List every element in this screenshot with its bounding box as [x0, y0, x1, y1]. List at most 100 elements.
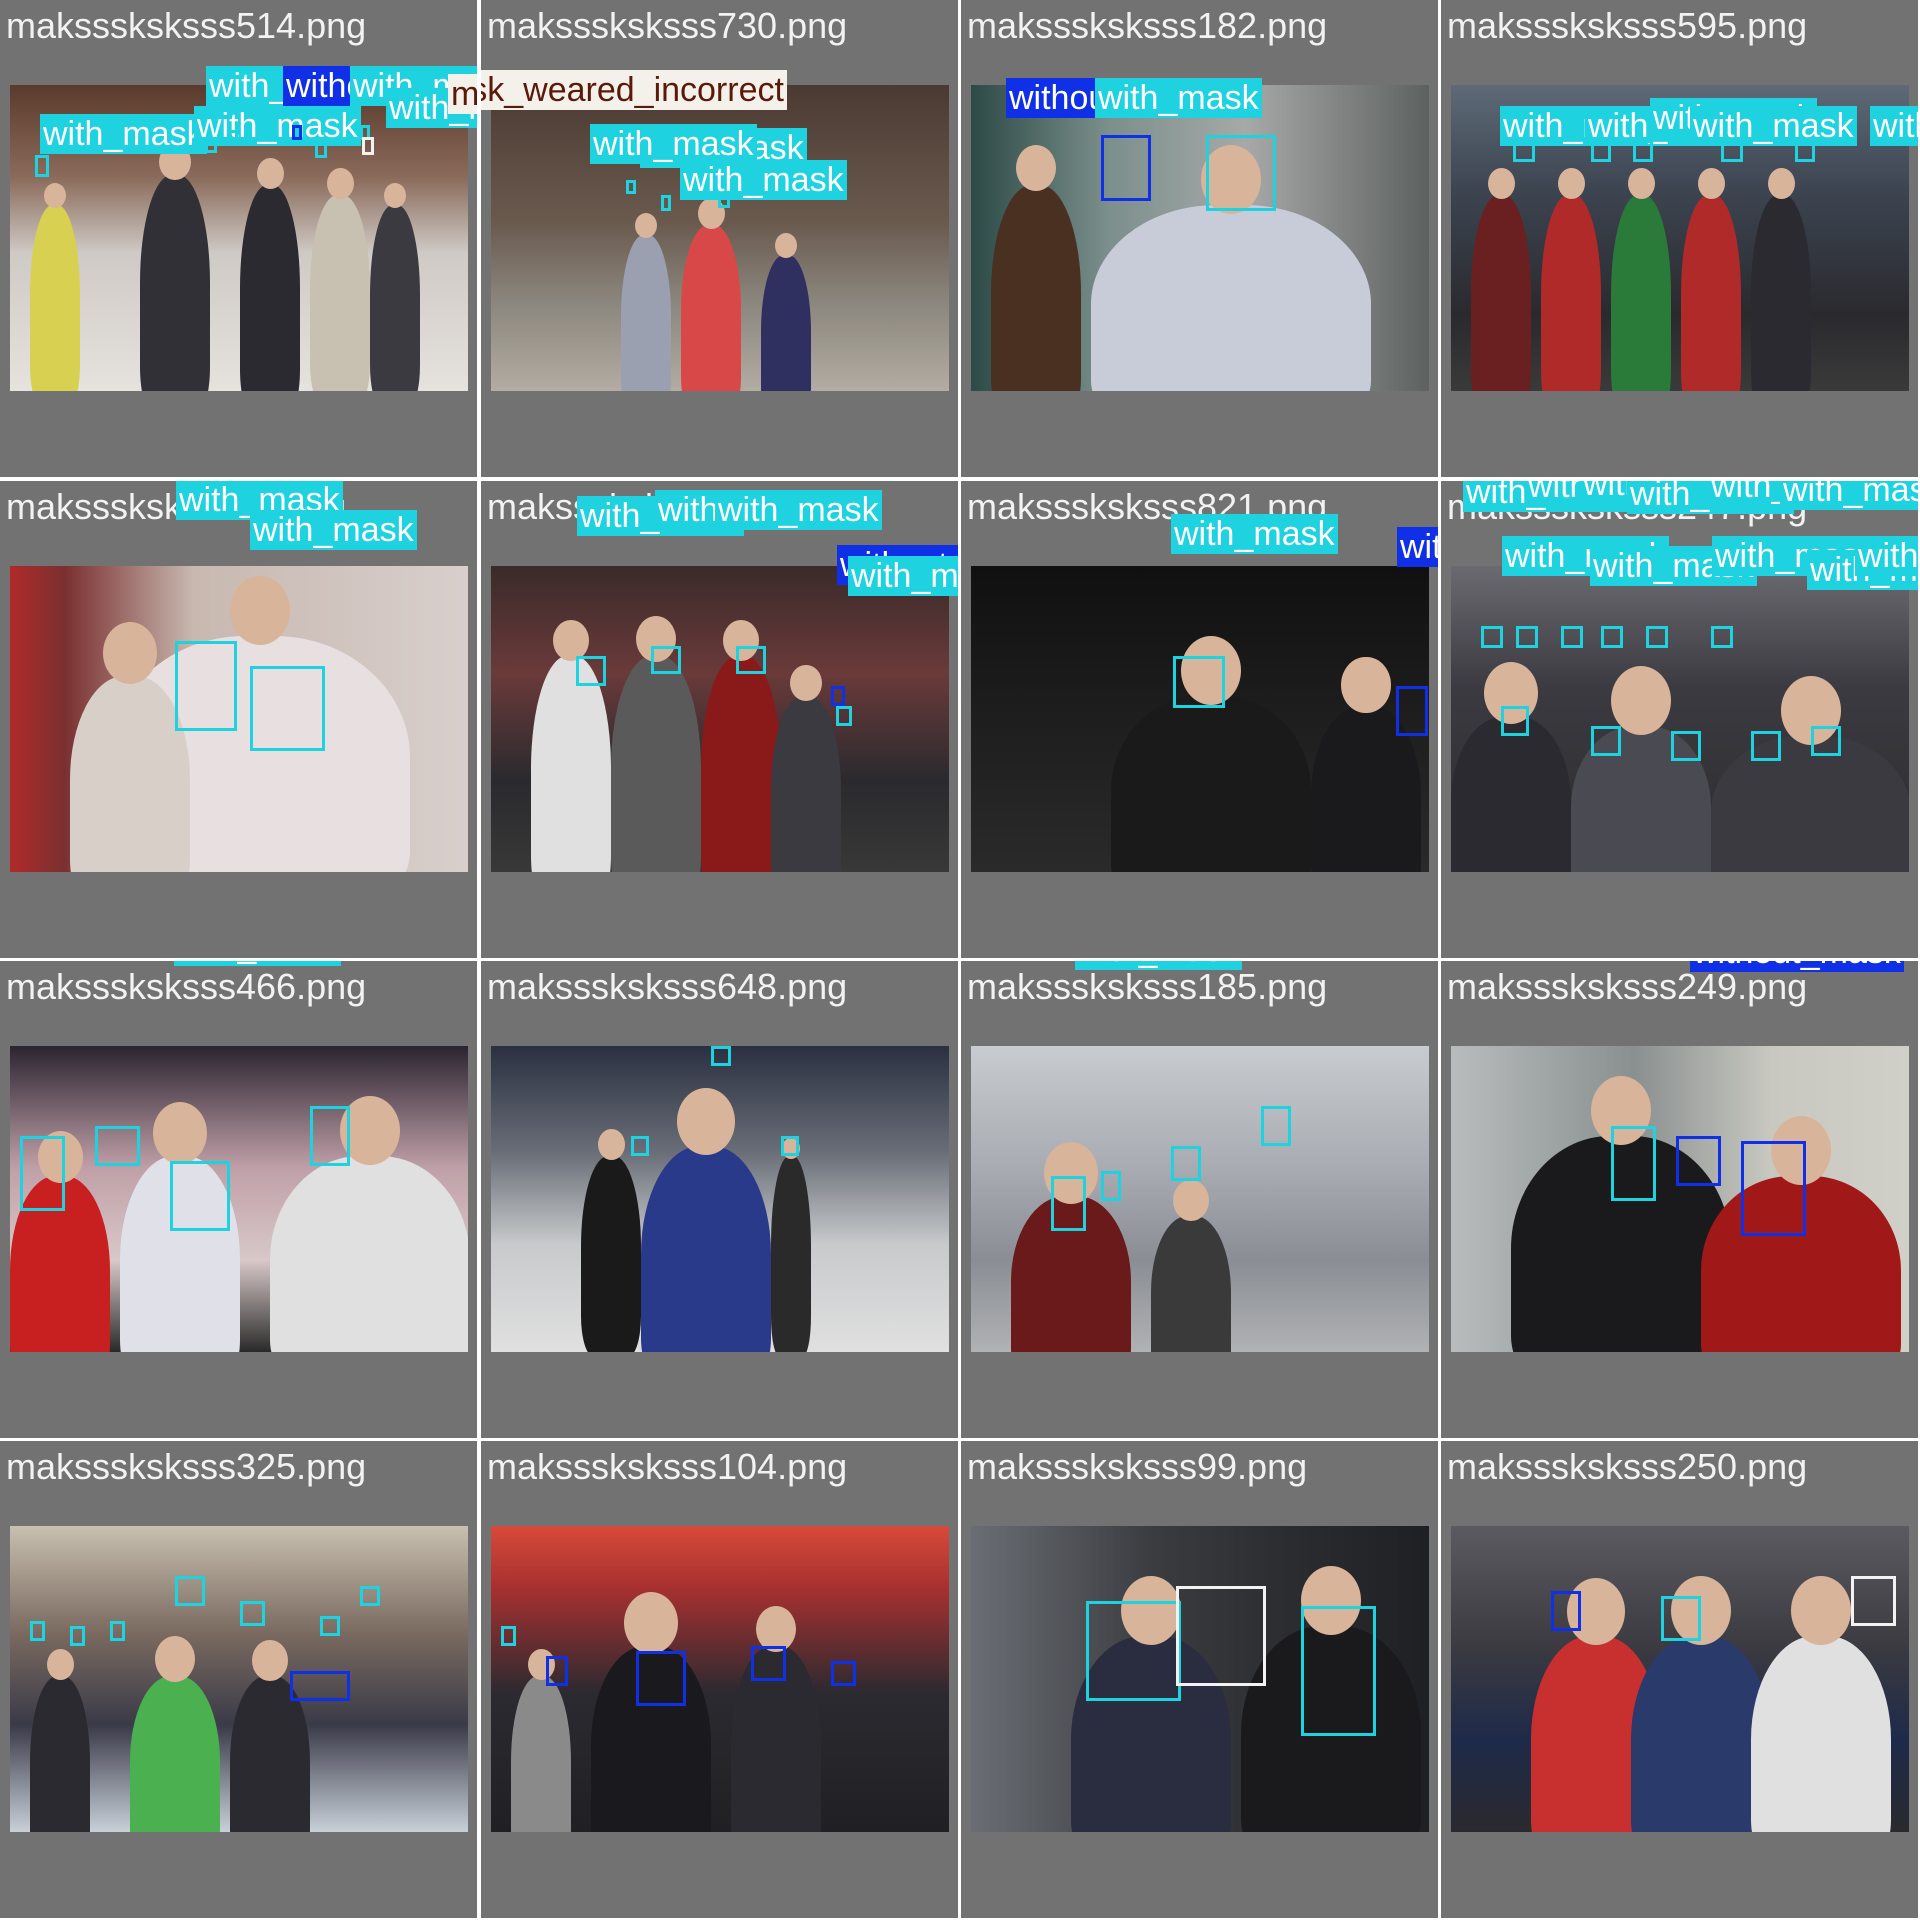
detection-photo [971, 85, 1429, 391]
result-tile: maksssksksss31.pngwith_maskwith_mask [0, 481, 477, 958]
class-label-without: without_mask [1397, 527, 1438, 567]
detection-photo [491, 566, 949, 872]
result-tile: maksssksksss620.pngwith_maskwith_maskwit… [481, 481, 958, 958]
person-head [1487, 168, 1515, 200]
class-label-with: with_mask [1870, 106, 1918, 146]
bounding-box-without [636, 1651, 686, 1706]
bounding-box-with [781, 1136, 799, 1156]
bounding-box-with [1591, 726, 1621, 756]
person-figure [140, 175, 210, 391]
bounding-box-without [1551, 1591, 1581, 1631]
bounding-box-incorrect [1176, 1586, 1266, 1686]
image-filename: maksssksksss185.png [967, 966, 1328, 1007]
person-figure [70, 676, 190, 872]
bounding-box-without [831, 1661, 856, 1686]
bounding-box-incorrect [1851, 1576, 1896, 1626]
class-label-with: with_mask [848, 556, 958, 596]
person-figure [611, 656, 701, 872]
bounding-box-with [1711, 626, 1733, 648]
bounding-box-without [831, 686, 845, 706]
result-tile: maksssksksss104.pngwith_maskwithout_mask… [481, 1441, 958, 1918]
bounding-box-with [1671, 731, 1701, 761]
image-filename: maksssksksss182.png [967, 5, 1328, 46]
bounding-box-with [711, 1046, 731, 1066]
person-figure [1091, 205, 1371, 391]
bounding-box-with [1481, 626, 1503, 648]
bounding-box-with [240, 1601, 265, 1626]
person-figure [270, 1156, 468, 1352]
person-head [676, 1087, 736, 1155]
bounding-box-with [175, 641, 237, 731]
detection-photo [10, 1046, 468, 1352]
detection-photo [10, 1526, 468, 1832]
person-head [1697, 168, 1725, 200]
bounding-box-with [626, 180, 636, 194]
person-figure [30, 205, 80, 391]
detection-photo [1451, 1526, 1909, 1832]
bounding-box-with [1261, 1106, 1291, 1146]
bounding-box-with [1561, 626, 1583, 648]
class-label-with: with_mask [1075, 961, 1242, 970]
class-label-with: with_mask [1855, 536, 1918, 576]
class-label-with: with_mask [194, 106, 361, 146]
person-figure [370, 205, 420, 391]
person-figure [240, 185, 300, 391]
person-head [103, 622, 157, 685]
bounding-box-with [576, 656, 606, 686]
bounding-box-with [110, 1621, 125, 1641]
detection-photo [971, 1046, 1429, 1352]
class-label-with: with_mask [680, 160, 847, 200]
bounding-box-with [736, 646, 766, 674]
bounding-box-with [1811, 726, 1841, 756]
class-label-with: with_mask [1780, 481, 1918, 510]
person-figure [1151, 1216, 1231, 1352]
result-tile: maksssksksss99.pngwith_maskmask_weared_i… [961, 1441, 1438, 1918]
result-tile: maksssksksss730.pngwith_maskwith_maskwit… [481, 0, 958, 477]
person-head [790, 664, 822, 701]
bounding-box-without [1741, 1141, 1806, 1236]
person-figure [771, 696, 841, 872]
bounding-box-with [1206, 135, 1276, 211]
bounding-box-with [250, 666, 325, 751]
result-tile: maksssksksss249.pngwith_maskwithout_mask… [1441, 961, 1918, 1438]
detection-photo [971, 566, 1429, 872]
class-label-incorrect: mask_weared_incorrect [448, 74, 477, 114]
detection-photo [491, 1046, 949, 1352]
person-figure [1451, 716, 1571, 872]
class-label-with: with_mask [40, 114, 207, 154]
person-figure [761, 255, 811, 391]
result-tile: maksssksksss325.pngwith_maskwith_maskwit… [0, 1441, 477, 1918]
class-label-without: without_mask [1690, 961, 1904, 972]
bounding-box-without [1101, 135, 1151, 201]
result-tile: maksssksksss247.pngwith_maskwith_maskwit… [1441, 481, 1918, 958]
result-tile: maksssksksss595.png with_mask with_mask wit… [1441, 0, 1918, 477]
result-tile: maksssksksss250.pngwithout_maskwith_mask… [1441, 1441, 1918, 1918]
bounding-box-with [1171, 1146, 1201, 1181]
person-head [1015, 144, 1057, 192]
person-head [597, 1129, 625, 1161]
detection-results-grid: maksssksksss514.png with_mask with_mask wit… [0, 0, 1920, 1920]
image-filename: maksssksksss466.png [6, 966, 367, 1007]
person-head [1791, 1576, 1851, 1645]
bounding-box-with [836, 706, 852, 726]
person-head [624, 1592, 678, 1655]
detection-photo [1451, 1046, 1909, 1352]
bounding-box-with [1611, 1126, 1656, 1201]
bounding-box-with [1173, 656, 1225, 708]
bounding-box-with [651, 646, 681, 674]
bounding-box-with [95, 1126, 140, 1166]
person-figure [511, 1676, 571, 1832]
result-tile: maksssksksss185.pngwith_maskwith_maskwit… [961, 961, 1438, 1438]
image-filename: maksssksksss325.png [6, 1446, 367, 1487]
bounding-box-with [1661, 1596, 1701, 1641]
person-figure [1111, 696, 1311, 872]
class-label-with: with_mask [1171, 514, 1338, 554]
bounding-box-without [751, 1646, 786, 1681]
person-head [1173, 1180, 1209, 1222]
person-figure [1631, 1636, 1771, 1832]
person-head [1767, 168, 1795, 200]
bounding-box-with [30, 1621, 45, 1641]
bounding-box-with [20, 1136, 65, 1211]
bounding-box-with [1301, 1606, 1376, 1736]
bounding-box-with [501, 1626, 516, 1646]
